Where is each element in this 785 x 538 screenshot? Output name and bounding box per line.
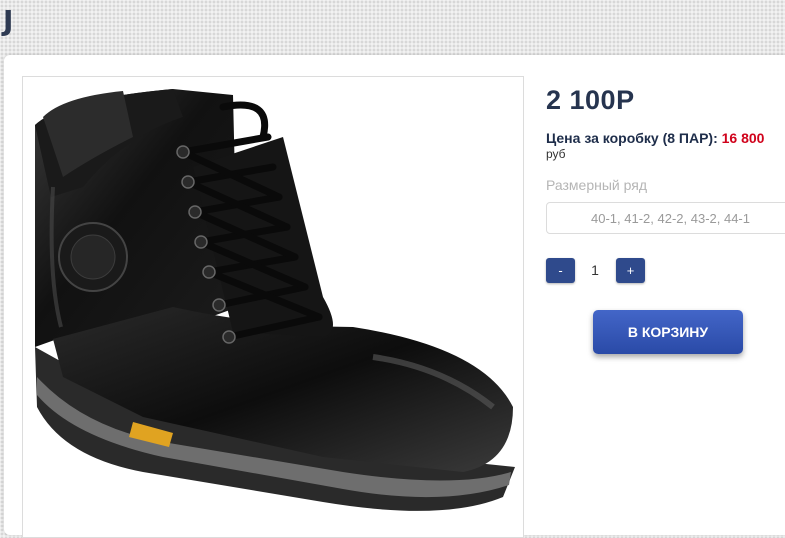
size-range-value: 40-1, 41-2, 42-2, 43-2, 44-1 xyxy=(591,211,750,226)
boot-illustration xyxy=(35,89,515,511)
currency-label: руб xyxy=(546,147,566,161)
quantity-decrease-button[interactable]: - xyxy=(546,258,575,283)
box-price-value: 16 800 xyxy=(721,130,765,146)
site-logo-letter[interactable]: J xyxy=(3,4,13,37)
add-to-cart-button[interactable]: В КОРЗИНУ xyxy=(593,310,743,354)
quantity-input[interactable]: 1 xyxy=(583,262,607,278)
box-price: Цена за коробку (8 ПАР): 16 800 xyxy=(546,130,764,146)
quantity-increase-button[interactable]: + xyxy=(616,258,645,283)
size-range-label: Размерный ряд xyxy=(546,177,648,193)
product-price: 2 100Р xyxy=(546,85,635,115)
product-image[interactable] xyxy=(22,76,524,538)
size-range-field[interactable]: 40-1, 41-2, 42-2, 43-2, 44-1 xyxy=(546,202,785,234)
box-price-label: Цена за коробку (8 ПАР): xyxy=(546,130,722,146)
